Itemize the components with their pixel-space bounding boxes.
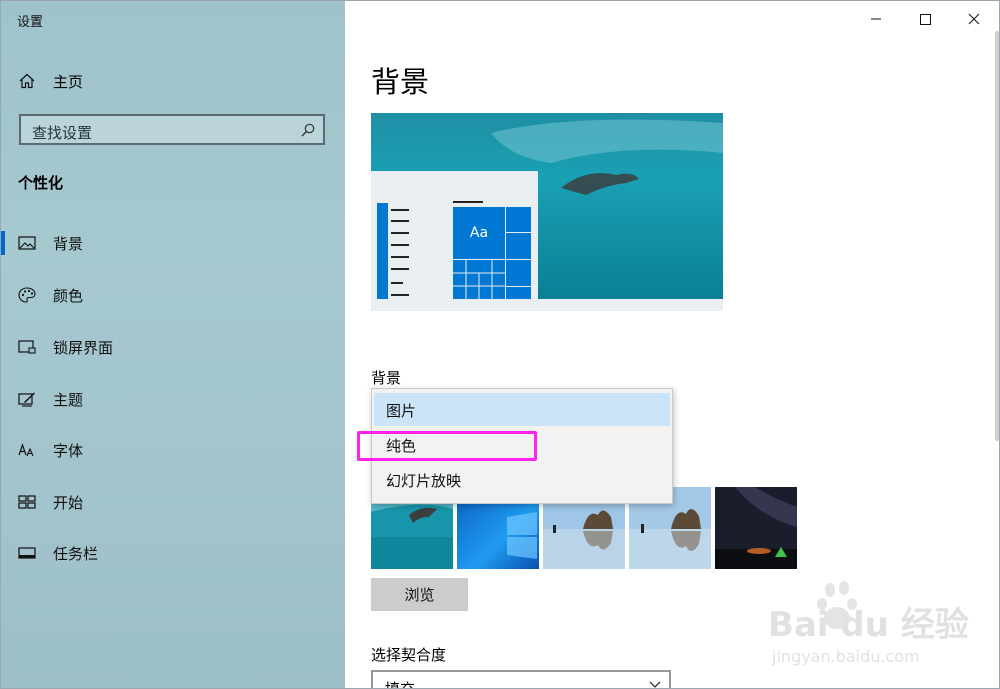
sidebar-home-label: 主页 <box>53 73 84 91</box>
page-title: 背景 <box>371 65 430 99</box>
chevron-down-icon <box>649 681 661 688</box>
minimize-icon[interactable] <box>858 7 894 31</box>
dropdown-option-label: 幻灯片放映 <box>386 472 462 490</box>
fit-label: 选择契合度 <box>371 646 447 664</box>
browse-button[interactable]: 浏览 <box>371 578 468 611</box>
start-grid-icon <box>18 495 36 509</box>
dropdown-option-label: 图片 <box>386 402 417 420</box>
theme-pen-icon <box>18 392 35 407</box>
sidebar-item-label: 锁屏界面 <box>53 339 114 357</box>
app-title: 设置 <box>17 15 44 30</box>
watermark-logo-text: Bai du 经验 <box>768 605 969 645</box>
section-title: 个性化 <box>18 174 64 192</box>
sidebar-item-label: 开始 <box>53 494 84 512</box>
fit-value: 填充 <box>385 680 416 689</box>
home-icon <box>19 73 35 89</box>
watermark-url: jingyan.baidu.com <box>771 647 920 666</box>
dropdown-option-picture[interactable]: 图片 <box>374 393 670 426</box>
sidebar-home[interactable]: 主页 <box>1 63 345 99</box>
thumbnail-image <box>715 487 797 569</box>
sidebar-item-label: 背景 <box>53 235 84 253</box>
sidebar-item-start[interactable]: 开始 <box>1 482 345 522</box>
sidebar-item-label: 任务栏 <box>53 545 99 563</box>
sidebar-item-taskbar[interactable]: 任务栏 <box>1 533 345 573</box>
preview-tile-text: Aa <box>469 225 489 241</box>
sidebar-item-label: 字体 <box>53 442 84 460</box>
close-icon[interactable] <box>956 7 992 31</box>
fit-dropdown[interactable]: 填充 <box>371 670 671 689</box>
sidebar-item-lock-screen[interactable]: 锁屏界面 <box>1 327 345 367</box>
sidebar-item-background[interactable]: 背景 <box>1 223 345 263</box>
thumbnail-night-sky[interactable] <box>715 487 797 569</box>
sidebar-item-label: 颜色 <box>53 287 84 305</box>
sidebar-item-label: 主题 <box>53 391 84 409</box>
sidebar-item-fonts[interactable]: 字体 <box>1 430 345 470</box>
scrollbar[interactable] <box>995 31 999 441</box>
background-label: 背景 <box>371 369 402 387</box>
preview-image <box>371 113 723 311</box>
font-icon <box>18 443 34 457</box>
sidebar-item-colors[interactable]: 颜色 <box>1 275 345 315</box>
dropdown-option-slideshow[interactable]: 幻灯片放映 <box>374 463 670 496</box>
maximize-icon[interactable] <box>907 7 943 31</box>
annotation-highlight-box <box>357 431 537 461</box>
active-indicator <box>1 231 5 255</box>
taskbar-icon <box>18 547 36 559</box>
search-icon[interactable] <box>301 123 315 137</box>
lock-screen-icon <box>18 340 36 354</box>
sidebar: 设置 主页 查找设置 个性化 背景 颜色 锁屏界面 主题 字体 开始 任务栏 <box>1 1 345 688</box>
baidu-watermark: Bai du 经验 jingyan.baidu.com <box>768 581 969 666</box>
palette-icon <box>18 287 36 303</box>
desktop-preview: Aa <box>371 113 723 311</box>
sidebar-item-themes[interactable]: 主题 <box>1 379 345 419</box>
search-input[interactable]: 查找设置 <box>19 114 325 145</box>
picture-icon <box>18 236 36 250</box>
search-placeholder: 查找设置 <box>32 124 93 142</box>
